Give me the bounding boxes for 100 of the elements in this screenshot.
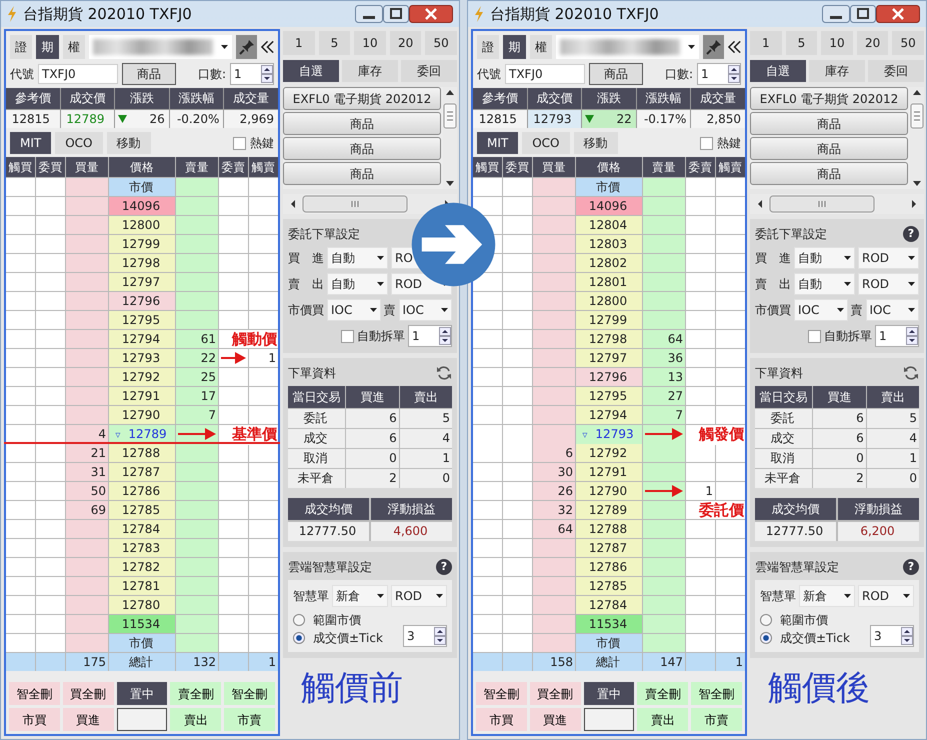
price-cell[interactable]: 12804 xyxy=(576,216,642,234)
product-item[interactable]: EXFL0 電子期貨 202012 xyxy=(283,87,441,110)
order-button[interactable]: 智全刪 xyxy=(224,682,275,705)
ladder-cell[interactable]: 6 xyxy=(533,444,575,462)
price-cell[interactable]: 12794 xyxy=(576,406,642,424)
ladder-cell[interactable]: 175 xyxy=(66,653,108,671)
price-cell[interactable]: 12796 xyxy=(109,292,175,310)
ladder-cell[interactable]: 132 xyxy=(176,653,218,671)
market-tab[interactable]: 期 xyxy=(36,35,59,59)
price-cell[interactable]: 12787 xyxy=(109,463,175,481)
list-tab[interactable]: 庫存 xyxy=(342,60,398,82)
price-cell[interactable]: 12783 xyxy=(109,539,175,557)
ladder-cell[interactable]: 69 xyxy=(66,501,108,519)
code-field[interactable]: TXFJ0 xyxy=(38,64,118,84)
dropdown[interactable]: 自動 xyxy=(794,273,855,295)
price-cell[interactable]: 12798 xyxy=(576,330,642,348)
market-tab[interactable]: 權 xyxy=(530,35,552,59)
ladder-cell[interactable]: 32 xyxy=(533,501,575,519)
dropdown[interactable]: IOC xyxy=(794,299,848,321)
ladder-cell[interactable]: 64 xyxy=(533,520,575,538)
ladder-cell[interactable]: 21 xyxy=(66,444,108,462)
price-cell[interactable]: 12788 xyxy=(109,444,175,462)
price-cell[interactable]: 12796 xyxy=(576,368,642,386)
quantity-button[interactable]: 10 xyxy=(821,31,853,55)
price-cell[interactable]: 12803 xyxy=(576,235,642,253)
ladder-cell[interactable]: 1 xyxy=(716,653,745,671)
price-cell[interactable]: 12791 xyxy=(576,463,642,481)
order-button[interactable]: 賣全刪 xyxy=(170,682,222,705)
price-cell[interactable]: 12799 xyxy=(109,235,175,253)
help-icon[interactable]: ? xyxy=(903,559,919,575)
product-item[interactable]: EXFL0 電子期貨 202012 xyxy=(750,87,908,110)
ladder-cell[interactable]: 1 xyxy=(249,653,278,671)
price-cell[interactable]: 12790 xyxy=(109,406,175,424)
price-cell[interactable]: 11534 xyxy=(109,615,175,633)
quantity-button[interactable]: 5 xyxy=(318,31,350,55)
price-cell[interactable]: 12793 xyxy=(109,349,175,367)
price-cell[interactable]: 12785 xyxy=(576,577,642,595)
list-tab[interactable]: 委回 xyxy=(868,60,924,82)
ladder-cell[interactable]: 25 xyxy=(176,368,218,386)
order-button[interactable]: 買全刪 xyxy=(62,682,114,705)
ladder-cell[interactable]: 7 xyxy=(643,406,685,424)
order-button[interactable]: 買全刪 xyxy=(530,682,581,705)
mode-tab[interactable]: OCO xyxy=(55,132,103,154)
quantity-button[interactable]: 50 xyxy=(892,31,924,55)
mode-tab[interactable]: MIT xyxy=(477,132,518,154)
dropdown[interactable]: ROD xyxy=(858,247,919,269)
dropdown[interactable]: IOC xyxy=(327,299,380,321)
ladder-cell[interactable]: 61 xyxy=(176,330,218,348)
quantity-field[interactable]: 1 xyxy=(230,63,274,85)
market-tab[interactable]: 權 xyxy=(62,35,86,59)
price-cell[interactable]: 12786 xyxy=(576,558,642,576)
price-cell[interactable]: 12784 xyxy=(109,520,175,538)
product-item[interactable]: 商品 xyxy=(750,137,908,160)
price-cell[interactable]: 12790 xyxy=(576,482,642,500)
list-tab[interactable]: 庫存 xyxy=(809,60,865,82)
quantity-button[interactable]: 1 xyxy=(750,31,782,55)
price-cell[interactable]: 14096 xyxy=(576,197,642,215)
order-button[interactable]: 智全刪 xyxy=(691,682,742,705)
split-field[interactable]: 1 xyxy=(408,325,452,347)
price-cell[interactable]: 12800 xyxy=(576,292,642,310)
ladder-cell[interactable]: 158 xyxy=(533,653,575,671)
price-cell[interactable]: 市價 xyxy=(576,634,642,652)
quantity-button[interactable]: 50 xyxy=(425,31,457,55)
order-button[interactable]: 賣出 xyxy=(170,708,222,731)
order-button[interactable]: 市買 xyxy=(476,708,527,731)
order-button[interactable]: 置中 xyxy=(116,682,168,705)
price-cell[interactable]: 14096 xyxy=(109,197,175,215)
price-cell[interactable]: 12785 xyxy=(109,501,175,519)
order-button[interactable]: 智全刪 xyxy=(9,682,60,705)
market-tab[interactable]: 證 xyxy=(10,35,32,59)
order-button[interactable]: 賣出 xyxy=(637,708,688,731)
ladder-cell[interactable]: 30 xyxy=(533,463,575,481)
market-tab[interactable]: 期 xyxy=(503,35,526,59)
tick-field[interactable]: 3 xyxy=(403,625,447,647)
price-cell[interactable]: 市價 xyxy=(109,634,175,652)
code-field[interactable]: TXFJ0 xyxy=(505,64,585,84)
price-cell[interactable]: 12792 xyxy=(109,368,175,386)
quantity-button[interactable]: 20 xyxy=(856,31,888,55)
price-cell[interactable]: 12792 xyxy=(576,444,642,462)
ladder-cell[interactable]: 1 xyxy=(686,482,715,500)
product-item[interactable]: 商品 xyxy=(283,162,441,185)
price-cell[interactable]: 12797 xyxy=(109,273,175,291)
price-cell[interactable]: 12795 xyxy=(109,311,175,329)
dropdown[interactable]: ROD xyxy=(391,585,447,607)
tick-field[interactable]: 3 xyxy=(870,625,914,647)
price-cell[interactable]: 市價 xyxy=(109,178,175,196)
order-button[interactable]: 智全刪 xyxy=(476,682,527,705)
ladder-cell[interactable]: 26 xyxy=(533,482,575,500)
help-icon[interactable]: ? xyxy=(903,226,919,242)
price-cell[interactable]: 12799 xyxy=(576,311,642,329)
dropdown[interactable]: IOC xyxy=(866,299,919,321)
help-icon[interactable]: ? xyxy=(436,559,452,575)
price-cell[interactable]: 12789 xyxy=(576,501,642,519)
price-cell[interactable]: 總計 xyxy=(109,653,175,671)
price-cell[interactable]: ▿ 12793 xyxy=(576,425,642,445)
ladder-cell[interactable]: 36 xyxy=(643,349,685,367)
mode-tab[interactable]: 移動 xyxy=(574,132,618,154)
ladder-cell[interactable]: 64 xyxy=(643,330,685,348)
price-cell[interactable]: 總計 xyxy=(576,653,642,671)
price-cell[interactable]: 12801 xyxy=(576,273,642,291)
